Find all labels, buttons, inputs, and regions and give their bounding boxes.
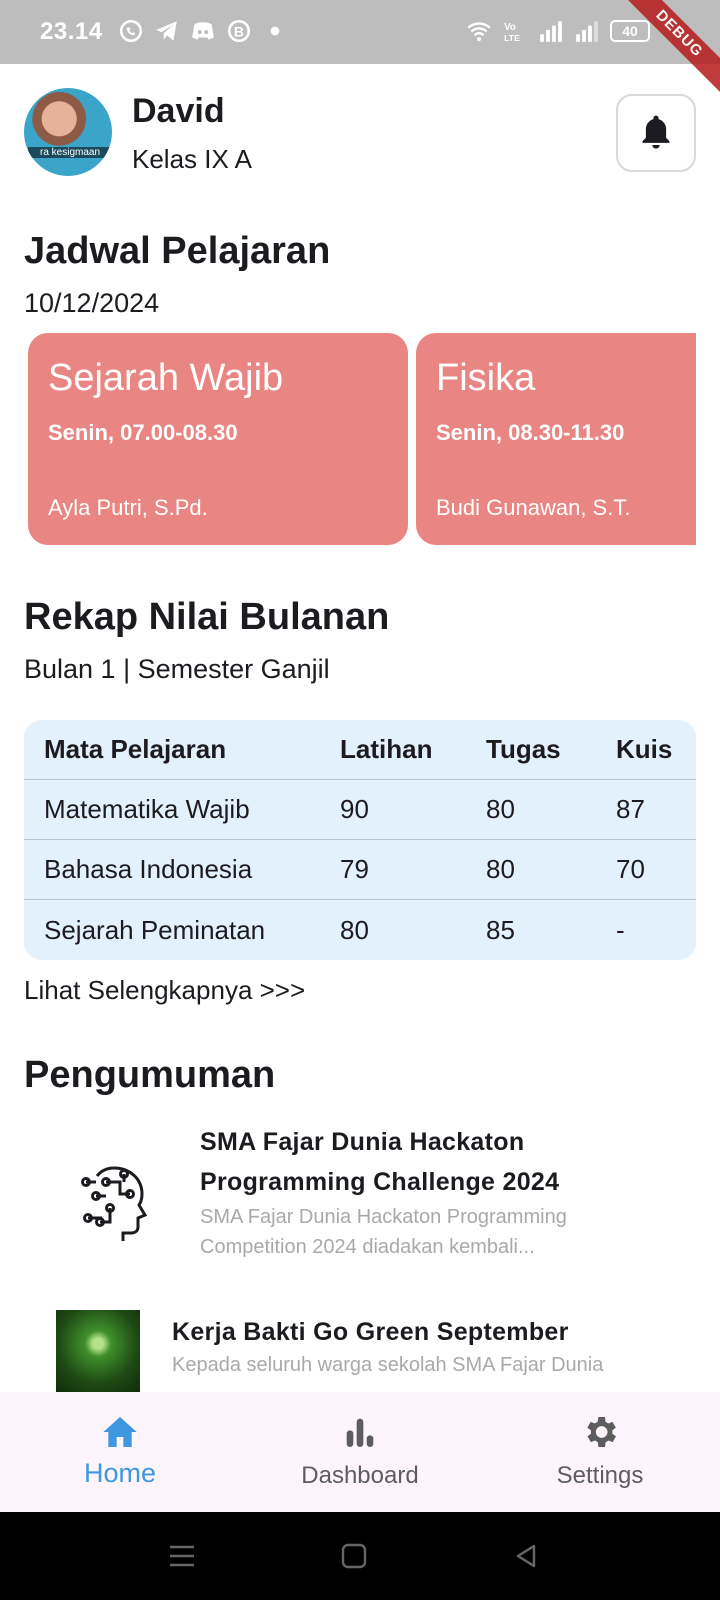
announcement-desc: Kepada seluruh warga sekolah SMA Fajar D… xyxy=(172,1354,604,1376)
table-header-row: Mata Pelajaran Latihan Tugas Kuis xyxy=(24,720,696,780)
table-cell: Sejarah Peminatan xyxy=(44,914,266,945)
nav-dashboard[interactable]: Dashboard xyxy=(260,1392,460,1512)
schedule-title: Jadwal Pelajaran xyxy=(24,230,331,272)
grades-table: Mata Pelajaran Latihan Tugas Kuis Matema… xyxy=(24,720,696,960)
schedule-subject: Sejarah Wajib xyxy=(48,357,284,399)
table-cell: 80 xyxy=(486,794,515,824)
battery-indicator: 40 xyxy=(610,20,650,42)
bottom-navigation: Home Dashboard Settings xyxy=(0,1392,720,1512)
table-cell: - xyxy=(616,914,625,945)
back-icon[interactable] xyxy=(512,1542,540,1570)
table-cell: 70 xyxy=(616,854,645,884)
whatsapp-icon xyxy=(119,19,143,43)
column-header: Mata Pelajaran xyxy=(44,734,227,764)
discord-icon xyxy=(192,22,214,40)
schedule-card[interactable]: Fisika Senin, 08.30-11.30 Budi Gunawan, … xyxy=(416,333,696,545)
table-cell: Bahasa Indonesia xyxy=(44,854,253,884)
notification-button[interactable] xyxy=(616,94,696,172)
table-cell: Matematika Wajib xyxy=(44,794,250,824)
column-header: Kuis xyxy=(616,734,673,764)
menu-icon[interactable] xyxy=(168,1542,196,1570)
svg-text:LTE: LTE xyxy=(504,33,520,43)
nav-label: Settings xyxy=(556,1462,644,1489)
avatar[interactable]: ra kesigmaan xyxy=(24,88,112,176)
wifi-icon xyxy=(467,22,491,42)
nav-label: Home xyxy=(83,1458,157,1488)
table-cell: 80 xyxy=(340,914,369,945)
table-row: Sejarah Peminatan 80 85 - xyxy=(24,900,696,960)
schedule-time: Senin, 07.00-08.30 xyxy=(48,420,238,445)
telegram-icon xyxy=(156,21,177,41)
nav-label: Dashboard xyxy=(301,1462,419,1489)
nav-home[interactable]: Home xyxy=(20,1392,220,1512)
ai-head-icon xyxy=(66,1148,166,1248)
bar-chart-icon xyxy=(346,1418,374,1447)
schedule-card[interactable]: Sejarah Wajib Senin, 07.00-08.30 Ayla Pu… xyxy=(28,333,408,545)
announcement-title: Kerja Bakti Go Green September xyxy=(172,1318,569,1346)
volte-icon: VoLTE xyxy=(504,22,520,43)
signal-icon xyxy=(540,21,562,42)
table-cell: 79 xyxy=(340,854,369,884)
table-cell: 87 xyxy=(616,794,645,824)
home-square-icon[interactable] xyxy=(340,1542,368,1570)
avatar-caption: ra kesigmaan xyxy=(28,147,112,158)
announcements-title: Pengumuman xyxy=(24,1054,276,1096)
status-time: 23.14 xyxy=(40,18,103,45)
notification-icons: B xyxy=(118,18,288,44)
system-navigation-bar xyxy=(0,1512,720,1600)
schedule-subject: Fisika xyxy=(436,357,536,399)
schedule-date: 10/12/2024 xyxy=(24,288,160,318)
grades-subtitle: Bulan 1 | Semester Ganjil xyxy=(24,654,330,684)
signal-2-icon xyxy=(576,21,598,42)
schedule-carousel[interactable]: Sejarah Wajib Senin, 07.00-08.30 Ayla Pu… xyxy=(24,333,696,547)
column-header: Tugas xyxy=(486,734,561,764)
announcement-title: SMA Fajar Dunia Hackaton Programming Cha… xyxy=(200,1128,560,1196)
user-name: David xyxy=(132,92,225,130)
home-icon xyxy=(103,1417,137,1447)
column-header: Latihan xyxy=(340,734,433,764)
user-class: Kelas IX A xyxy=(132,144,252,174)
grades-title: Rekap Nilai Bulanan xyxy=(24,596,390,638)
table-cell: 90 xyxy=(340,794,369,824)
b-circle-icon: B xyxy=(227,19,251,43)
bell-icon xyxy=(642,115,670,149)
schedule-time: Senin, 08.30-11.30 xyxy=(436,420,625,445)
table-cell: 85 xyxy=(486,914,515,945)
gear-icon xyxy=(587,1417,616,1447)
svg-text:B: B xyxy=(234,23,244,39)
schedule-teacher: Budi Gunawan, S.T. xyxy=(436,495,631,520)
tree-image xyxy=(56,1310,140,1394)
announcement-item[interactable]: SMA Fajar Dunia Hackaton Programming Cha… xyxy=(200,1122,640,1262)
table-row: Matematika Wajib 90 80 87 xyxy=(24,780,696,840)
system-icons: Vo LTE 40 xyxy=(466,18,650,44)
nav-settings[interactable]: Settings xyxy=(500,1392,700,1512)
see-more-link[interactable]: Lihat Selengkapnya >>> xyxy=(24,975,305,1006)
schedule-teacher: Ayla Putri, S.Pd. xyxy=(48,495,208,520)
table-row: Bahasa Indonesia 79 80 70 xyxy=(24,840,696,900)
debug-banner: DEBUG xyxy=(617,0,720,96)
status-bar: 23.14 B Vo LTE 40 DEBUG xyxy=(0,0,720,96)
announcement-item[interactable]: Kerja Bakti Go Green September Kepada se… xyxy=(172,1314,652,1392)
dot-icon xyxy=(270,26,280,36)
svg-text:Vo: Vo xyxy=(504,22,516,33)
table-cell: 80 xyxy=(486,854,515,884)
announcement-desc: SMA Fajar Dunia Hackaton Programming Com… xyxy=(200,1206,567,1258)
